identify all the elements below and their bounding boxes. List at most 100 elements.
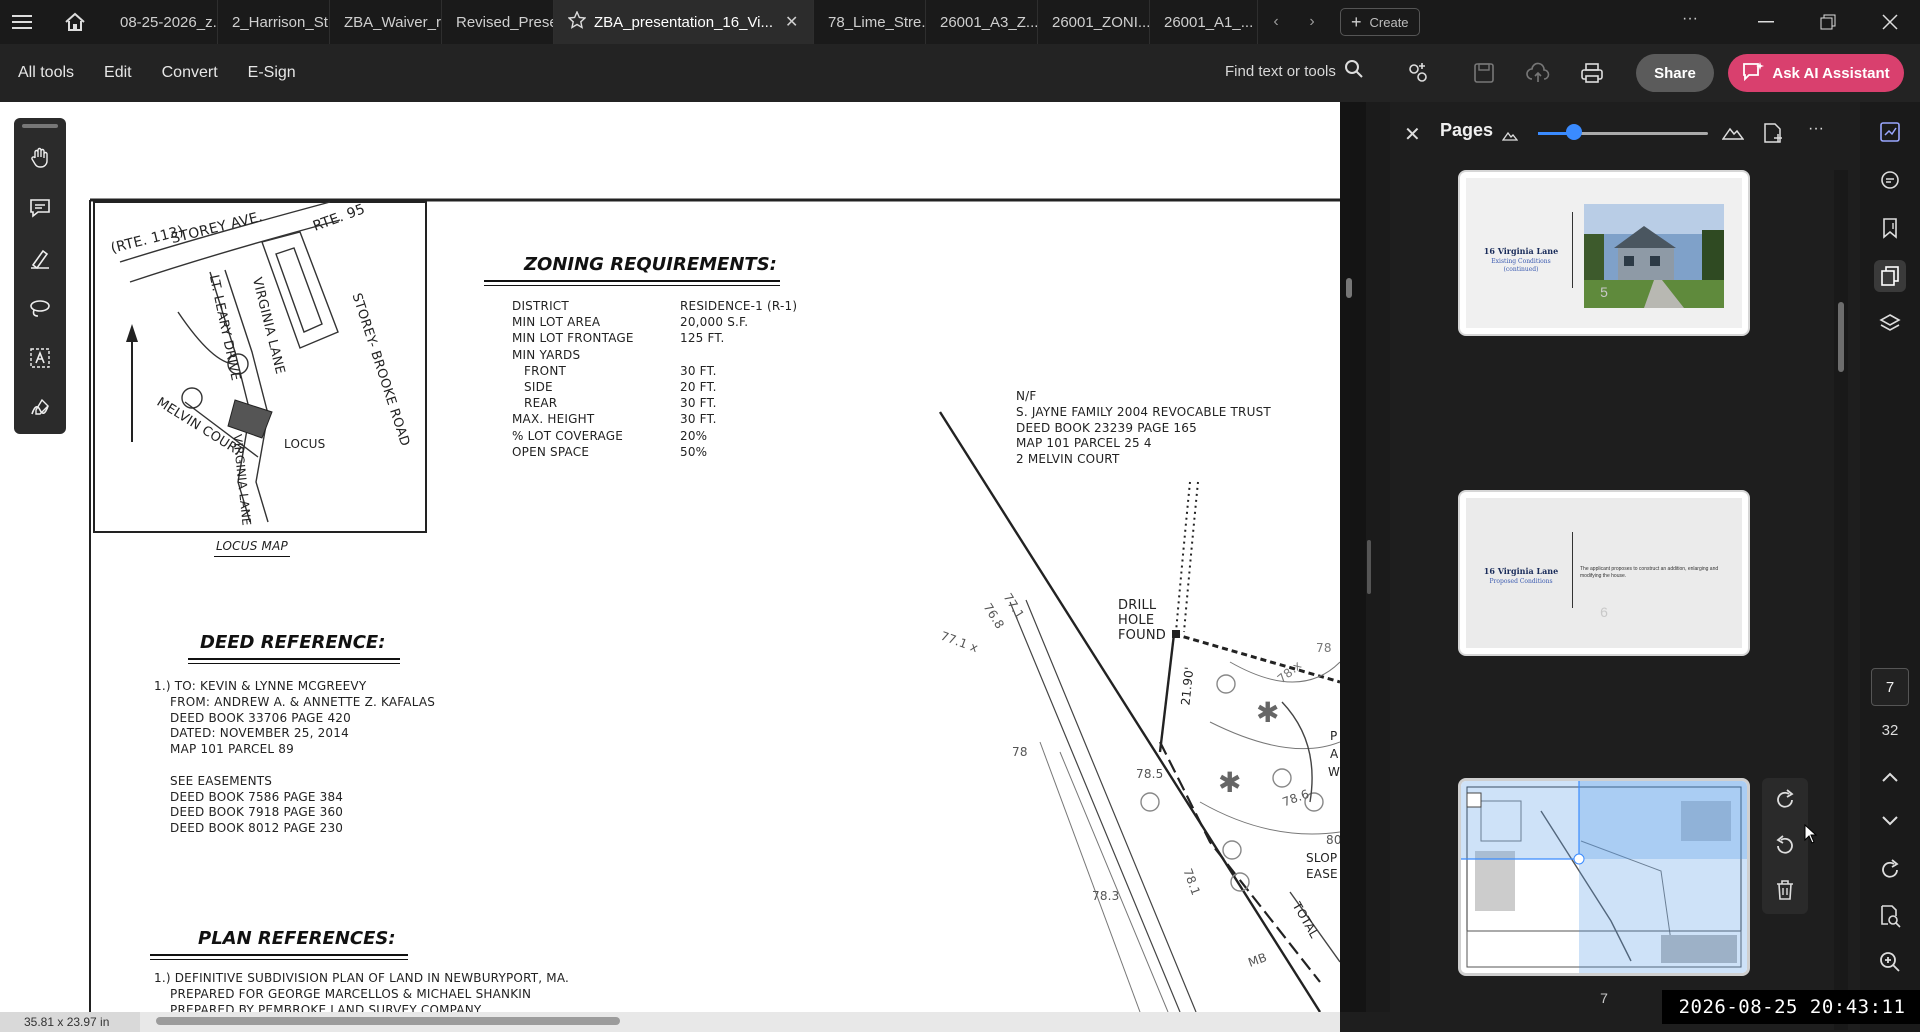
tab-8[interactable]: 26001_ZONI... (1038, 0, 1150, 44)
total-pages: 32 (1881, 722, 1899, 739)
comment-icon[interactable] (24, 192, 56, 224)
mouse-cursor-icon (1804, 823, 1818, 849)
horizontal-scrollbar[interactable] (156, 1017, 620, 1025)
tabs-prev-icon[interactable]: ‹ (1258, 0, 1294, 44)
thumbnail-actions (1762, 778, 1808, 914)
tab-5-active[interactable]: ZBA_presentation_16_Vi... ✕ (554, 0, 814, 44)
document-view[interactable]: ✱ ✱ (RTE. 113) STOREY AVE. RTE. 95 LT. L… (0, 102, 1340, 1012)
find-tools[interactable]: Find text or tools (1225, 59, 1364, 83)
large-thumbnail-icon[interactable] (1721, 124, 1745, 145)
highlight-icon[interactable] (24, 242, 56, 274)
pages-scrollbar[interactable] (1838, 302, 1844, 372)
page-thumbnail-6[interactable]: 16 Virginia Lane Proposed Conditions The… (1458, 490, 1750, 656)
more-tabs-icon[interactable]: ··· (1682, 10, 1698, 28)
previous-page-icon[interactable] (1876, 766, 1904, 795)
pages-scroll-track[interactable] (1834, 170, 1848, 1030)
page-thumbnail-7-selected[interactable] (1458, 778, 1750, 976)
main-toolbar: All tools Edit Convert E-Sign Find text … (0, 44, 1920, 102)
restore-icon[interactable] (1798, 0, 1858, 44)
star-icon[interactable] (567, 10, 587, 33)
document-scroll-track[interactable] (1340, 102, 1368, 1012)
tab-bar: 08-25-2026_z... 2_Harrison_St... ZBA_Wai… (0, 0, 1920, 44)
tabs-next-icon[interactable]: › (1294, 0, 1330, 44)
thumb-7-preview (1461, 781, 1747, 973)
document-vertical-scrollbar[interactable] (1346, 278, 1352, 298)
home-icon[interactable] (44, 0, 106, 44)
page-number-6: 6 (1600, 604, 1608, 620)
zoning-row-label: MIN YARDS (512, 347, 581, 362)
rotate-counterclockwise-icon[interactable] (1773, 834, 1797, 863)
menu-all-tools[interactable]: All tools (18, 64, 74, 82)
ask-ai-assistant-button[interactable]: Ask AI Assistant (1728, 54, 1904, 92)
plan-underline-2 (150, 959, 408, 960)
print-icon[interactable] (1576, 57, 1608, 89)
tab-4[interactable]: Revised_Prese... (442, 0, 554, 44)
sign-icon[interactable] (24, 392, 56, 424)
tab-9[interactable]: 26001_A1_... (1150, 0, 1258, 44)
text-line: DEED BOOK 7586 PAGE 384 (154, 789, 344, 804)
rotate-view-icon[interactable] (1878, 858, 1902, 887)
splitter-grip[interactable] (1367, 540, 1371, 594)
slider-knob[interactable] (1566, 124, 1582, 140)
ask-ai-label: Ask AI Assistant (1772, 64, 1890, 82)
zoning-row-value: 30 FT. (680, 363, 717, 378)
drill-hole-label: DRILL HOLE FOUND (1118, 598, 1166, 643)
zoning-row-value: 20,000 S.F. (680, 315, 749, 330)
text-line: N/F (1016, 389, 1037, 403)
ai-summary-icon[interactable] (1874, 116, 1906, 148)
menu-convert[interactable]: Convert (162, 64, 218, 82)
tab-2[interactable]: 2_Harrison_St... (218, 0, 330, 44)
tab-label: 78_Lime_Stre... (828, 13, 926, 31)
elev-785: 78.5 (1136, 767, 1164, 781)
close-tab-icon[interactable]: ✕ (785, 12, 798, 32)
minimize-icon[interactable] (1736, 0, 1796, 44)
close-panel-icon[interactable]: ✕ (1404, 122, 1421, 147)
floating-toolbar (14, 118, 66, 434)
pages-panel-icon[interactable] (1874, 260, 1906, 292)
thumb-6-subtitle: Proposed Conditions (1489, 578, 1553, 585)
page-fit-icon[interactable] (1878, 904, 1902, 933)
close-window-icon[interactable] (1860, 0, 1920, 44)
zoom-in-icon[interactable] (1878, 950, 1902, 979)
rotate-clockwise-icon[interactable] (1773, 788, 1797, 817)
tab-label: 2_Harrison_St... (232, 13, 330, 31)
next-page-icon[interactable] (1876, 808, 1904, 837)
label-p: P (1330, 729, 1338, 743)
share-button[interactable]: Share (1636, 54, 1714, 92)
tab-3[interactable]: ZBA_Waiver_r... (330, 0, 442, 44)
layers-icon[interactable] (1874, 308, 1906, 340)
create-button[interactable]: + Create (1340, 8, 1420, 36)
hamburger-menu-icon[interactable] (0, 0, 44, 44)
panel-more-icon[interactable]: ··· (1808, 120, 1824, 138)
tab-label: Revised_Prese... (456, 13, 553, 31)
text-line: PREPARED BY PEMBROKE LAND SURVEY COMPANY (154, 1002, 482, 1012)
toolbar-grip[interactable] (22, 124, 58, 128)
draw-lasso-icon[interactable] (24, 292, 56, 324)
current-page-input[interactable]: 7 (1871, 668, 1909, 706)
caption-underline (214, 556, 290, 557)
cloud-upload-icon[interactable] (1522, 57, 1554, 89)
menu-edit[interactable]: Edit (104, 64, 132, 82)
insert-page-icon[interactable] (1762, 122, 1784, 149)
text-line: DEED BOOK 33706 PAGE 420 (154, 710, 351, 725)
label-a: A (1330, 747, 1339, 761)
save-icon[interactable] (1468, 57, 1500, 89)
tab-6[interactable]: 78_Lime_Stre... (814, 0, 926, 44)
small-thumbnail-icon[interactable] (1501, 128, 1519, 146)
page-dimensions: 35.81 x 23.97 in (0, 1012, 140, 1032)
tab-7[interactable]: 26001_A3_Z... (926, 0, 1038, 44)
thumb-6-title: 16 Virginia Lane (1483, 566, 1559, 576)
ai-assistant-icon (1742, 61, 1765, 85)
text-box-icon[interactable] (24, 342, 56, 374)
zoning-row-value: 20% (680, 428, 708, 443)
hand-tool-icon[interactable] (24, 142, 56, 174)
comments-panel-icon[interactable] (1874, 164, 1906, 196)
zoning-row-value: 125 FT. (680, 331, 725, 346)
tab-1[interactable]: 08-25-2026_z... (106, 0, 218, 44)
menu-esign[interactable]: E-Sign (248, 64, 296, 82)
ai-tools-icon[interactable] (1402, 57, 1434, 89)
delete-page-icon[interactable] (1773, 878, 1797, 907)
page-thumbnail-5[interactable]: 16 Virginia Lane Existing Conditions (co… (1458, 170, 1750, 336)
bookmarks-icon[interactable] (1874, 212, 1906, 244)
right-rail (1860, 102, 1920, 1032)
